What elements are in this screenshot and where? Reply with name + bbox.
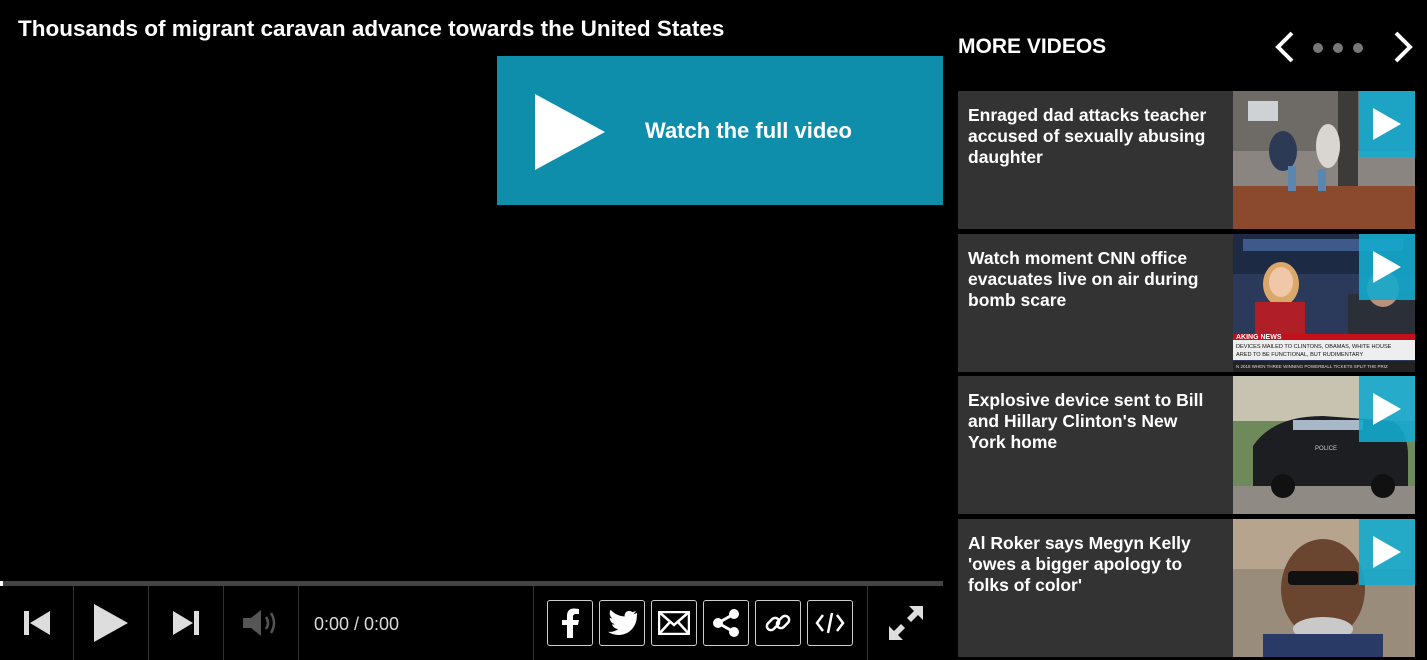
link-icon: [765, 614, 791, 632]
video-title: Thousands of migrant caravan advance tow…: [18, 16, 725, 41]
carousel-dot[interactable]: [1333, 43, 1343, 53]
play-button[interactable]: [74, 586, 148, 660]
video-thumbnail: [1233, 91, 1415, 229]
chevron-left-icon[interactable]: [1273, 30, 1295, 64]
control-bar: 0:00 / 0:00: [0, 586, 943, 660]
play-badge: [1359, 376, 1415, 442]
video-item-title: Explosive device sent to Bill and Hillar…: [968, 390, 1204, 452]
play-badge: [1359, 91, 1415, 157]
play-icon: [1373, 251, 1401, 283]
thumbnail-ticker: N 2018 WHEN THREE WINNING POWERBALL TICK…: [1236, 364, 1388, 369]
carousel-dot[interactable]: [1353, 43, 1363, 53]
thumbnail-tag: AKING NEWS: [1236, 334, 1282, 341]
video-player[interactable]: Thousands of migrant caravan advance tow…: [0, 0, 943, 660]
video-thumbnail: POLICE: [1233, 376, 1415, 514]
facebook-share-button[interactable]: [547, 600, 593, 646]
thumbnail-headline: DEVICES MAILED TO CLINTONS, OBAMAS, WHIT…: [1236, 344, 1392, 350]
video-item[interactable]: Enraged dad attacks teacher accused of s…: [958, 91, 1415, 229]
fullscreen-button[interactable]: [868, 586, 943, 660]
watch-full-video-label: Watch the full video: [645, 118, 852, 143]
carousel-dot[interactable]: [1313, 43, 1323, 53]
play-badge: [1359, 234, 1415, 300]
twitter-icon: [608, 610, 637, 635]
video-item[interactable]: Watch moment CNN office evacuates live o…: [958, 234, 1415, 372]
email-icon: [658, 611, 690, 635]
fullscreen-icon: [888, 606, 923, 640]
time-display: 0:00 / 0:00: [314, 614, 400, 634]
video-thumbnail: AKING NEWS DEVICES MAILED TO CLINTONS, O…: [1233, 234, 1415, 372]
facebook-icon: [562, 608, 579, 638]
embed-button[interactable]: [807, 600, 853, 646]
email-share-button[interactable]: [651, 600, 697, 646]
next-icon: [173, 611, 199, 635]
play-icon: [1373, 108, 1401, 140]
play-icon: [535, 94, 605, 170]
video-thumbnail: [1233, 519, 1415, 657]
twitter-share-button[interactable]: [599, 600, 645, 646]
video-item[interactable]: Explosive device sent to Bill and Hillar…: [958, 376, 1415, 514]
volume-button[interactable]: [224, 586, 298, 660]
carousel-nav: [1273, 30, 1418, 64]
share-icon: [713, 609, 739, 637]
thumbnail-car-label: POLICE: [1315, 446, 1337, 452]
next-button[interactable]: [149, 586, 223, 660]
play-icon: [94, 604, 128, 642]
video-item[interactable]: Al Roker says Megyn Kelly 'owes a bigger…: [958, 519, 1415, 657]
play-icon: [1373, 393, 1401, 425]
play-badge: [1359, 519, 1415, 585]
copy-link-button[interactable]: [755, 600, 801, 646]
video-item-title: Watch moment CNN office evacuates live o…: [968, 248, 1199, 310]
share-button[interactable]: [703, 600, 749, 646]
thumbnail-subline: ARED TO BE FUNCTIONAL, BUT RUDIMENTARY: [1236, 352, 1363, 358]
previous-button[interactable]: [0, 586, 73, 660]
more-videos-sidebar: MORE VIDEOS Enraged dad attacks teacher …: [943, 0, 1427, 660]
chevron-right-icon[interactable]: [1393, 30, 1415, 64]
play-icon: [1373, 536, 1401, 568]
watch-full-video-button[interactable]: Watch the full video: [497, 56, 943, 205]
video-item-title: Enraged dad attacks teacher accused of s…: [968, 105, 1207, 167]
volume-icon: [243, 610, 276, 636]
prev-icon: [23, 611, 50, 635]
more-videos-heading: MORE VIDEOS: [958, 35, 1107, 58]
video-item-title: Al Roker says Megyn Kelly 'owes a bigger…: [968, 533, 1191, 595]
embed-icon: [815, 612, 845, 634]
